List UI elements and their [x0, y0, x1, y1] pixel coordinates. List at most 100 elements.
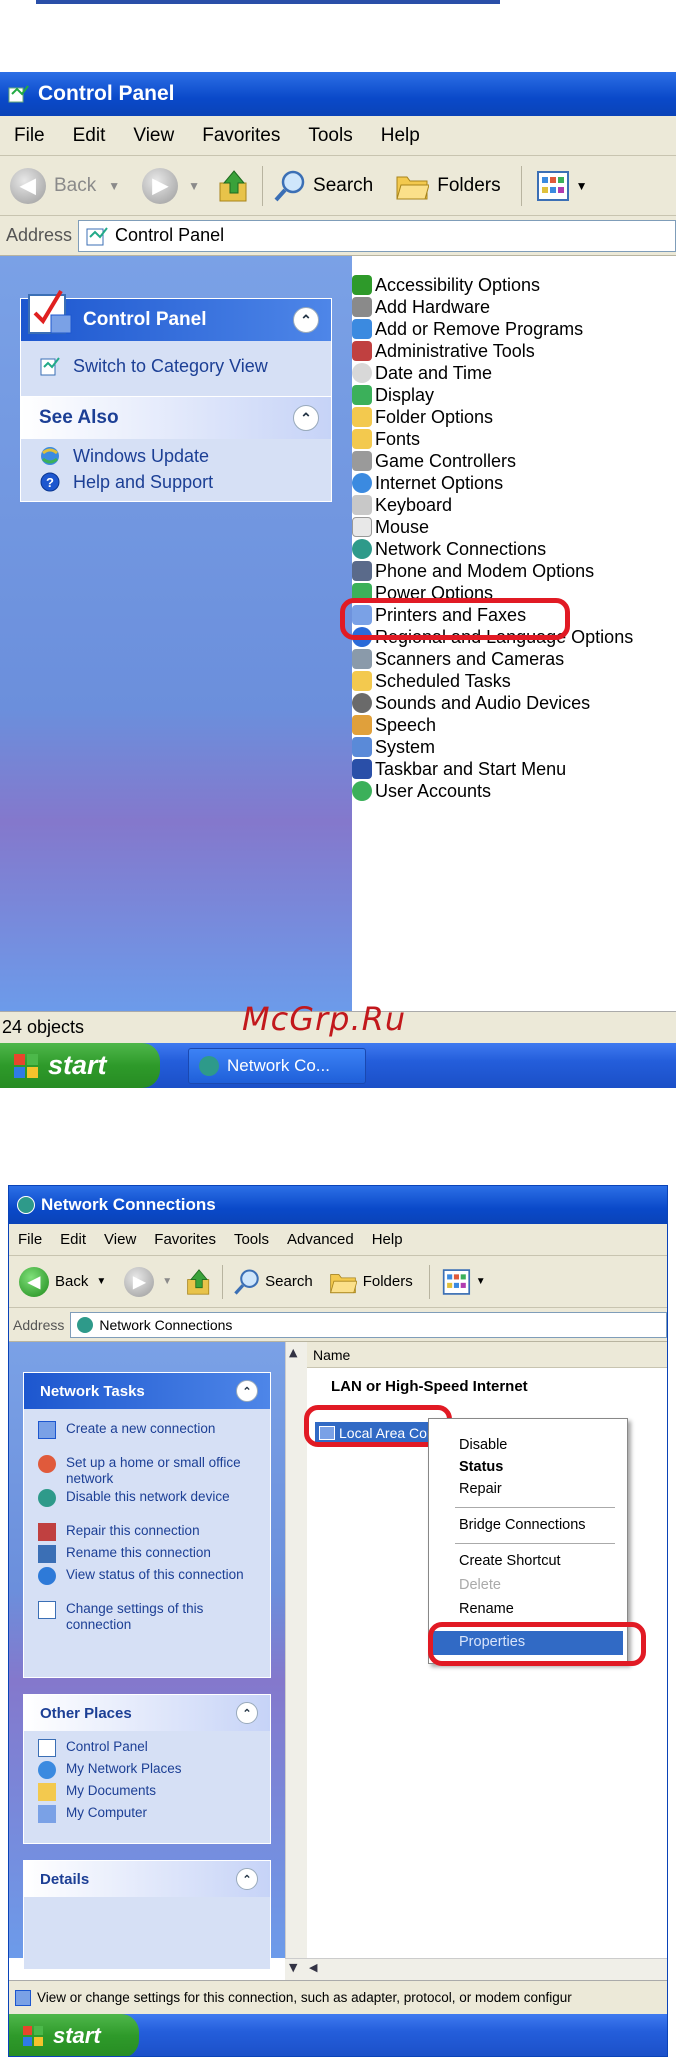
menu-file[interactable]: File	[18, 1231, 42, 1248]
item-phone-and-modem[interactable]: Phone and Modem Options	[352, 560, 594, 582]
search-button[interactable]: Search	[233, 1268, 313, 1296]
start-label: start	[48, 1050, 107, 1080]
menu-favorites[interactable]: Favorites	[154, 1231, 216, 1248]
menu-help[interactable]: Help	[372, 1231, 403, 1248]
item-taskbar-start-menu[interactable]: Taskbar and Start Menu	[352, 758, 566, 780]
control-panel-link[interactable]: Control Panel	[38, 1739, 248, 1757]
forward-dropdown-icon[interactable]: ▼	[188, 179, 200, 193]
item-accessibility-options[interactable]: Accessibility Options	[352, 274, 540, 296]
item-scanners-cameras[interactable]: Scanners and Cameras	[352, 648, 564, 670]
item-sounds-audio[interactable]: Sounds and Audio Devices	[352, 692, 590, 714]
menu-favorites[interactable]: Favorites	[202, 125, 280, 147]
title-bar[interactable]: Network Connections	[9, 1186, 667, 1224]
menu-advanced[interactable]: Advanced	[287, 1231, 354, 1248]
item-system[interactable]: System	[352, 736, 435, 758]
menu-tools[interactable]: Tools	[234, 1231, 269, 1248]
my-network-places-link[interactable]: My Network Places	[38, 1761, 248, 1779]
item-speech[interactable]: Speech	[352, 714, 436, 736]
see-also-header[interactable]: See Also ⌃	[21, 397, 331, 439]
back-dropdown-icon[interactable]: ▼	[108, 179, 120, 193]
horizontal-scrollbar[interactable]: ▼ ◀	[285, 1958, 667, 1980]
switch-to-category-view-link[interactable]: Switch to Category View	[39, 355, 268, 377]
views-button[interactable]: ▼	[536, 170, 587, 202]
folders-button[interactable]: Folders	[395, 171, 501, 201]
menu-status[interactable]: Status	[459, 1459, 503, 1475]
rename-connection-link[interactable]: Rename this connection	[38, 1545, 248, 1563]
item-scheduled-tasks[interactable]: Scheduled Tasks	[352, 670, 511, 692]
menu-view[interactable]: View	[133, 125, 174, 147]
back-button[interactable]: ◀ Back ▼	[19, 1266, 106, 1297]
item-network-connections[interactable]: Network Connections	[352, 538, 546, 560]
title-bar[interactable]: Control Panel	[0, 72, 676, 116]
group-header: LAN or High-Speed Internet	[331, 1378, 528, 1395]
collapse-chevron-icon[interactable]: ⌃	[236, 1380, 258, 1402]
forward-button[interactable]: ▶ ▼	[142, 167, 200, 204]
item-fonts[interactable]: Fonts	[352, 428, 420, 450]
item-folder-options[interactable]: Folder Options	[352, 406, 493, 428]
create-new-connection-link[interactable]: Create a new connection	[38, 1421, 248, 1439]
windows-update-link[interactable]: Windows Update	[39, 445, 209, 467]
scroll-up-icon[interactable]: ▲	[289, 1346, 297, 1359]
start-button[interactable]: start	[9, 2014, 139, 2056]
collapse-chevron-icon[interactable]: ⌃	[293, 405, 319, 431]
menu-create-shortcut[interactable]: Create Shortcut	[459, 1553, 561, 1569]
home-network-link[interactable]: Set up a home or small office network	[38, 1455, 248, 1487]
search-button[interactable]: Search	[273, 169, 373, 203]
details-header[interactable]: Details ⌃	[24, 1861, 270, 1897]
forward-button[interactable]: ▶ ▼	[124, 1266, 172, 1297]
help-and-support-link[interactable]: ? Help and Support	[39, 471, 213, 493]
item-display[interactable]: Display	[352, 384, 434, 406]
menu-rename[interactable]: Rename	[459, 1601, 514, 1617]
link-label: My Network Places	[66, 1761, 182, 1776]
menu-separator	[455, 1507, 615, 1508]
views-button[interactable]: ▼	[442, 1268, 486, 1296]
item-user-accounts[interactable]: User Accounts	[352, 780, 491, 802]
help-icon: ?	[40, 472, 60, 492]
network-connections-icon	[352, 539, 372, 559]
my-computer-link[interactable]: My Computer	[38, 1805, 248, 1823]
item-label: Date and Time	[375, 362, 493, 383]
collapse-chevron-icon[interactable]: ⌃	[236, 1702, 258, 1724]
other-places-header[interactable]: Other Places ⌃	[24, 1695, 270, 1731]
scroll-left-icon[interactable]: ◀	[309, 1961, 317, 1974]
up-folder-button[interactable]	[186, 1268, 212, 1296]
my-documents-link[interactable]: My Documents	[38, 1783, 248, 1801]
address-input[interactable]: Control Panel	[78, 219, 676, 252]
change-settings-link[interactable]: Change settings of this connection	[38, 1601, 248, 1633]
link-label: My Computer	[66, 1805, 148, 1820]
item-mouse[interactable]: Mouse	[352, 516, 429, 538]
item-internet-options[interactable]: Internet Options	[352, 472, 503, 494]
back-dropdown-icon[interactable]: ▼	[96, 1276, 106, 1287]
menu-repair[interactable]: Repair	[459, 1481, 502, 1497]
item-game-controllers[interactable]: Game Controllers	[352, 450, 516, 472]
item-administrative-tools[interactable]: Administrative Tools	[352, 340, 535, 362]
repair-wrench-icon	[38, 1523, 56, 1541]
taskbar-network-connections[interactable]: Network Co...	[188, 1047, 366, 1084]
menu-bridge-connections[interactable]: Bridge Connections	[459, 1517, 586, 1533]
menu-help[interactable]: Help	[381, 125, 420, 147]
up-folder-button[interactable]	[218, 169, 250, 203]
collapse-chevron-icon[interactable]: ⌃	[293, 307, 319, 333]
item-date-and-time[interactable]: Date and Time	[352, 362, 492, 384]
column-header-name[interactable]: Name	[307, 1342, 667, 1368]
repair-connection-link[interactable]: Repair this connection	[38, 1523, 248, 1541]
menu-edit[interactable]: Edit	[60, 1231, 86, 1248]
menu-view[interactable]: View	[104, 1231, 136, 1248]
start-button[interactable]: start	[0, 1043, 160, 1088]
item-keyboard[interactable]: Keyboard	[352, 494, 452, 516]
scroll-down-icon[interactable]: ▼	[289, 1961, 297, 1974]
disable-device-link[interactable]: Disable this network device	[38, 1489, 248, 1507]
network-tasks-header[interactable]: Network Tasks ⌃	[24, 1373, 270, 1409]
collapse-chevron-icon[interactable]: ⌃	[236, 1868, 258, 1890]
forward-dropdown-icon[interactable]: ▼	[162, 1276, 172, 1287]
item-add-hardware[interactable]: Add Hardware	[352, 296, 490, 318]
menu-edit[interactable]: Edit	[73, 125, 106, 147]
menu-file[interactable]: File	[14, 125, 45, 147]
folders-button[interactable]: Folders	[329, 1269, 413, 1295]
menu-tools[interactable]: Tools	[308, 125, 352, 147]
back-button[interactable]: ◀ Back ▼	[10, 167, 120, 204]
item-add-remove-programs[interactable]: Add or Remove Programs	[352, 318, 583, 340]
menu-disable[interactable]: Disable	[459, 1437, 507, 1453]
view-status-link[interactable]: View status of this connection	[38, 1567, 248, 1585]
address-input[interactable]: Network Connections	[70, 1311, 667, 1338]
